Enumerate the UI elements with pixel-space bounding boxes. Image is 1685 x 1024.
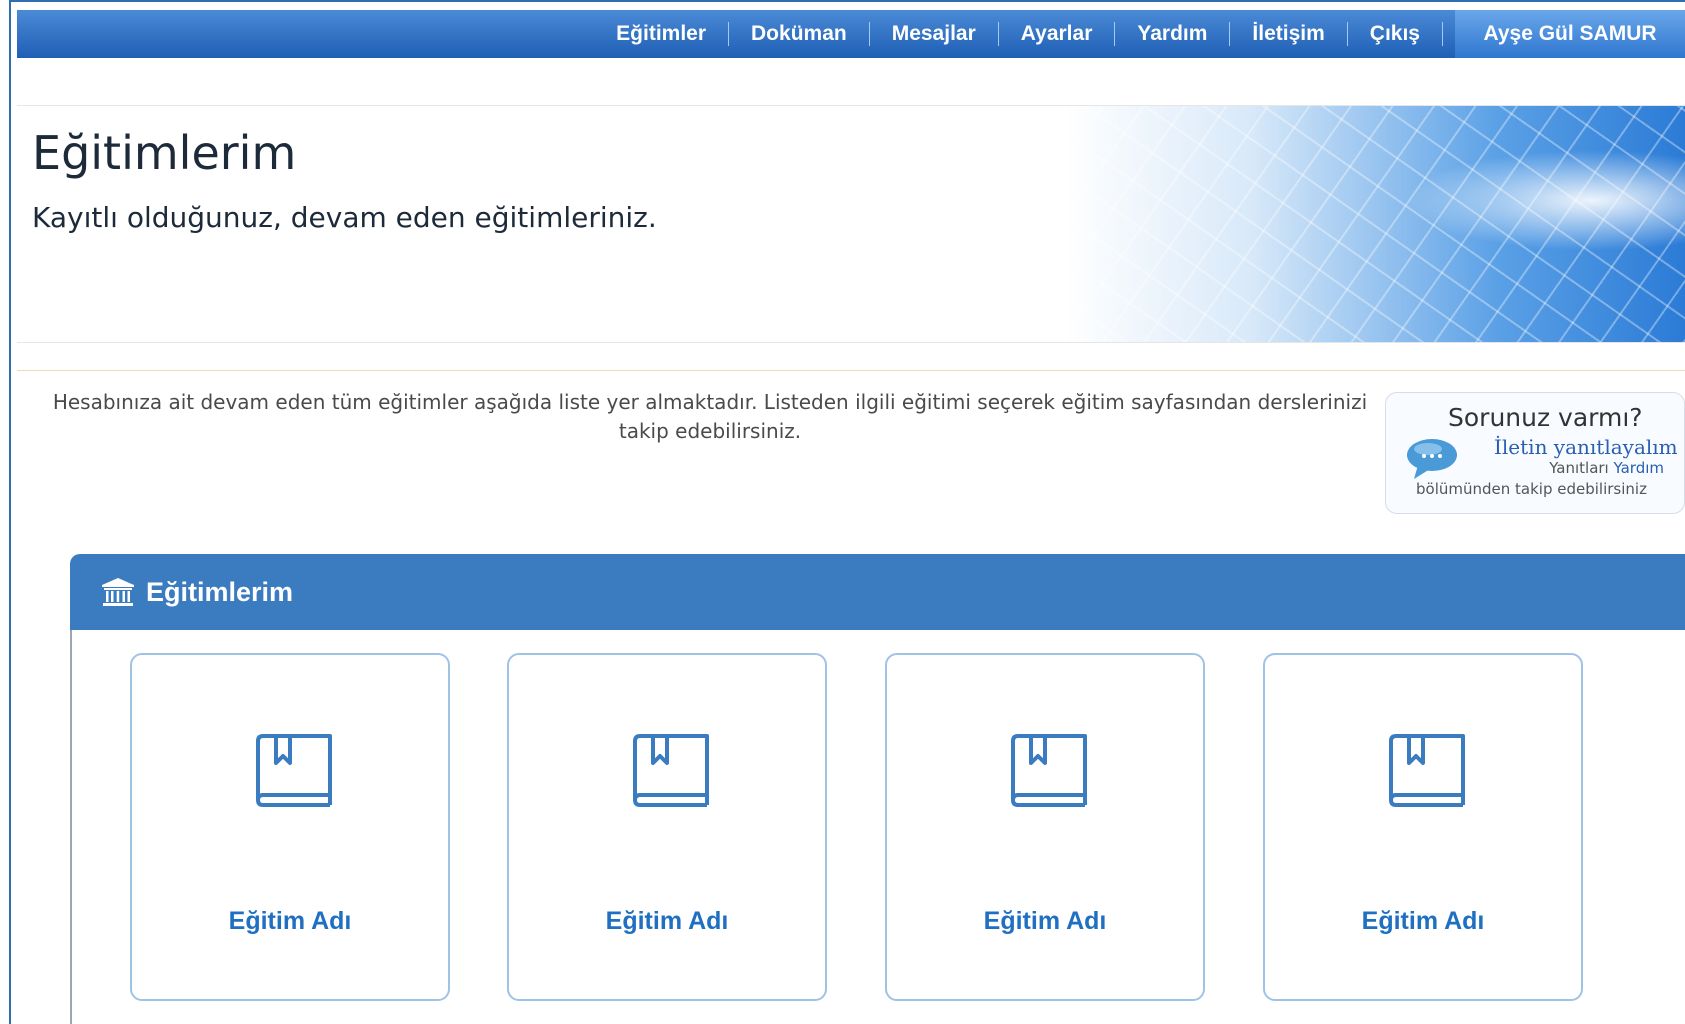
course-name: Eğitim Adı bbox=[228, 907, 352, 935]
course-name: Eğitim Adı bbox=[605, 907, 729, 935]
help-yardim-link[interactable]: Yardım bbox=[1614, 459, 1665, 477]
nav-menu: Eğitimler Doküman Mesajlar Ayarlar Yardı… bbox=[17, 10, 1455, 58]
help-link[interactable]: İletin yanıtlayalım bbox=[1494, 435, 1678, 459]
user-name[interactable]: Ayşe Gül SAMUR bbox=[1455, 10, 1685, 58]
page-header: Eğitimlerim Kayıtlı olduğunuz, devam ede… bbox=[17, 105, 1685, 343]
book-icon bbox=[256, 734, 332, 807]
help-question: Sorunuz varmı? bbox=[1448, 403, 1643, 432]
panel-header: Eğitimlerim bbox=[70, 554, 1685, 630]
nav-item-egitimler[interactable]: Eğitimler bbox=[594, 22, 730, 46]
course-name: Eğitim Adı bbox=[983, 907, 1107, 935]
help-line-1: Yanıtları Yardım bbox=[1549, 459, 1665, 477]
nav-item-yardim[interactable]: Yardım bbox=[1115, 22, 1231, 46]
institution-icon bbox=[102, 578, 134, 606]
course-card[interactable]: Eğitim Adı bbox=[507, 653, 827, 1001]
page-title: Eğitimlerim bbox=[32, 126, 297, 180]
help-box[interactable]: Sorunuz varmı? İletin yanıtlayalım Yanıt… bbox=[1385, 392, 1685, 514]
top-navigation: Eğitimler Doküman Mesajlar Ayarlar Yardı… bbox=[17, 10, 1685, 58]
course-name: Eğitim Adı bbox=[1361, 907, 1485, 935]
divider bbox=[17, 370, 1685, 371]
help-line-2: bölümünden takip edebilirsiniz bbox=[1416, 480, 1647, 498]
intro-text: Hesabınıza ait devam eden tüm eğitimler … bbox=[52, 390, 1368, 443]
nav-item-iletisim[interactable]: İletişim bbox=[1230, 22, 1348, 46]
book-icon bbox=[1389, 734, 1465, 807]
book-icon bbox=[1011, 734, 1087, 807]
header-decoration bbox=[1065, 106, 1685, 342]
course-card[interactable]: Eğitim Adı bbox=[1263, 653, 1583, 1001]
course-card[interactable]: Eğitim Adı bbox=[885, 653, 1205, 1001]
page-subtitle: Kayıtlı olduğunuz, devam eden eğitimleri… bbox=[32, 201, 657, 234]
panel-title: Eğitimlerim bbox=[146, 576, 294, 607]
nav-item-dokuman[interactable]: Doküman bbox=[729, 22, 870, 46]
book-icon bbox=[633, 734, 709, 807]
nav-item-ayarlar[interactable]: Ayarlar bbox=[999, 22, 1116, 46]
nav-item-cikis[interactable]: Çıkış bbox=[1348, 22, 1443, 46]
nav-item-mesajlar[interactable]: Mesajlar bbox=[870, 22, 999, 46]
course-card[interactable]: Eğitim Adı bbox=[130, 653, 450, 1001]
